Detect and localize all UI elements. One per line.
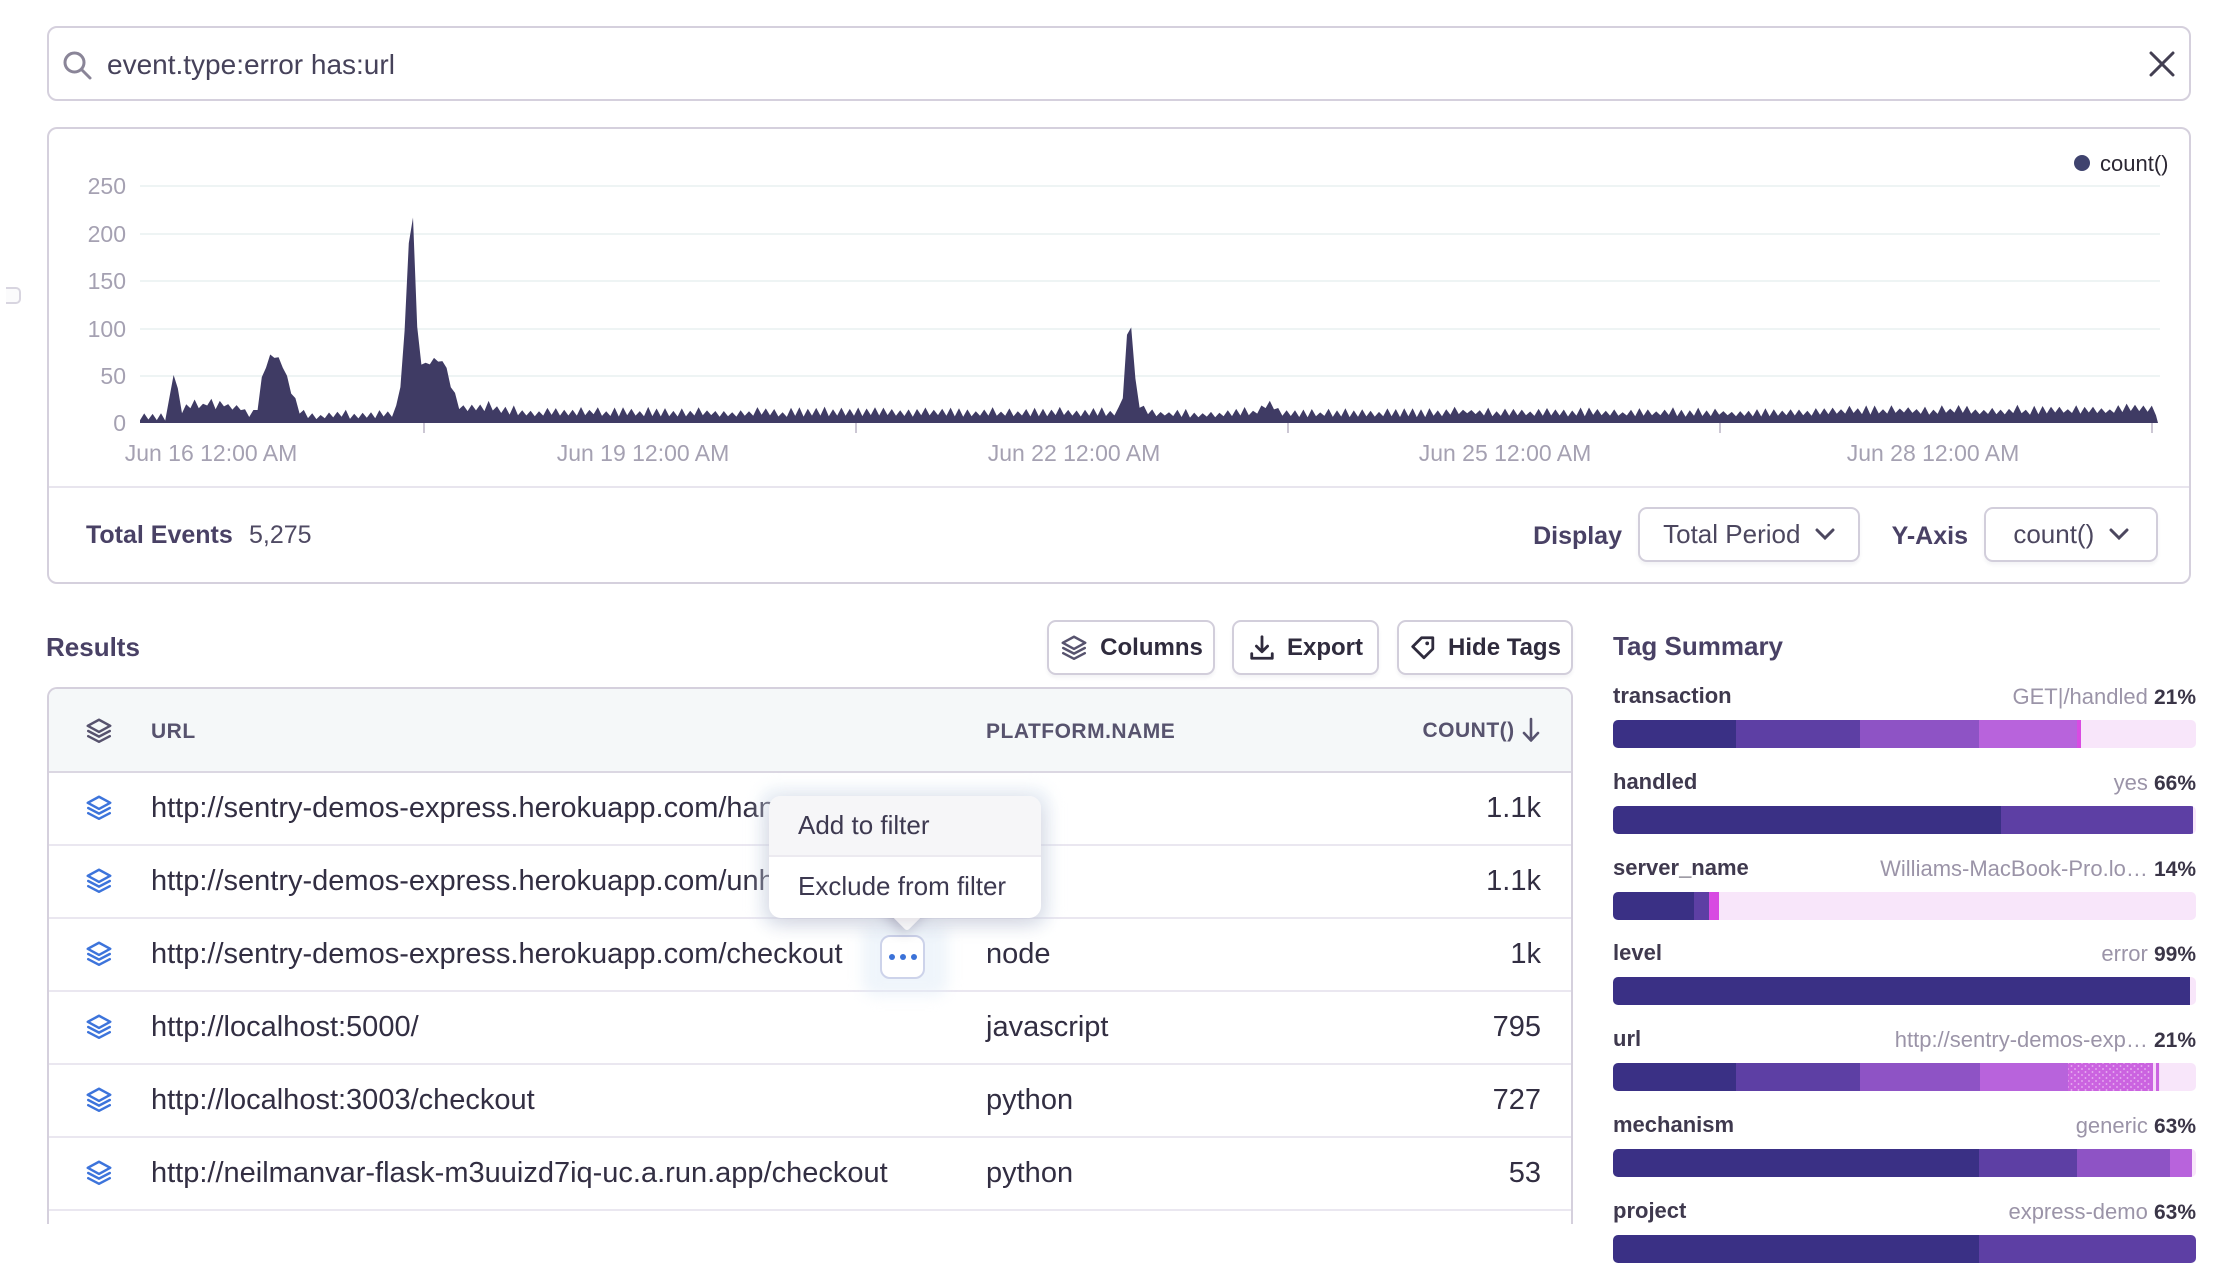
svg-text:200: 200 xyxy=(88,221,126,247)
svg-text:250: 250 xyxy=(88,173,126,199)
svg-text:Jun 16 12:00 AM: Jun 16 12:00 AM xyxy=(125,440,298,466)
svg-text:0: 0 xyxy=(113,410,126,436)
svg-text:100: 100 xyxy=(88,316,126,342)
svg-text:Jun 25 12:00 AM: Jun 25 12:00 AM xyxy=(1419,440,1592,466)
svg-text:Jun 22 12:00 AM: Jun 22 12:00 AM xyxy=(988,440,1161,466)
svg-text:50: 50 xyxy=(100,363,126,389)
svg-text:Jun 19 12:00 AM: Jun 19 12:00 AM xyxy=(557,440,730,466)
svg-text:150: 150 xyxy=(88,268,126,294)
svg-text:count(): count() xyxy=(2100,151,2168,176)
svg-text:Jun 28 12:00 AM: Jun 28 12:00 AM xyxy=(1847,440,2020,466)
